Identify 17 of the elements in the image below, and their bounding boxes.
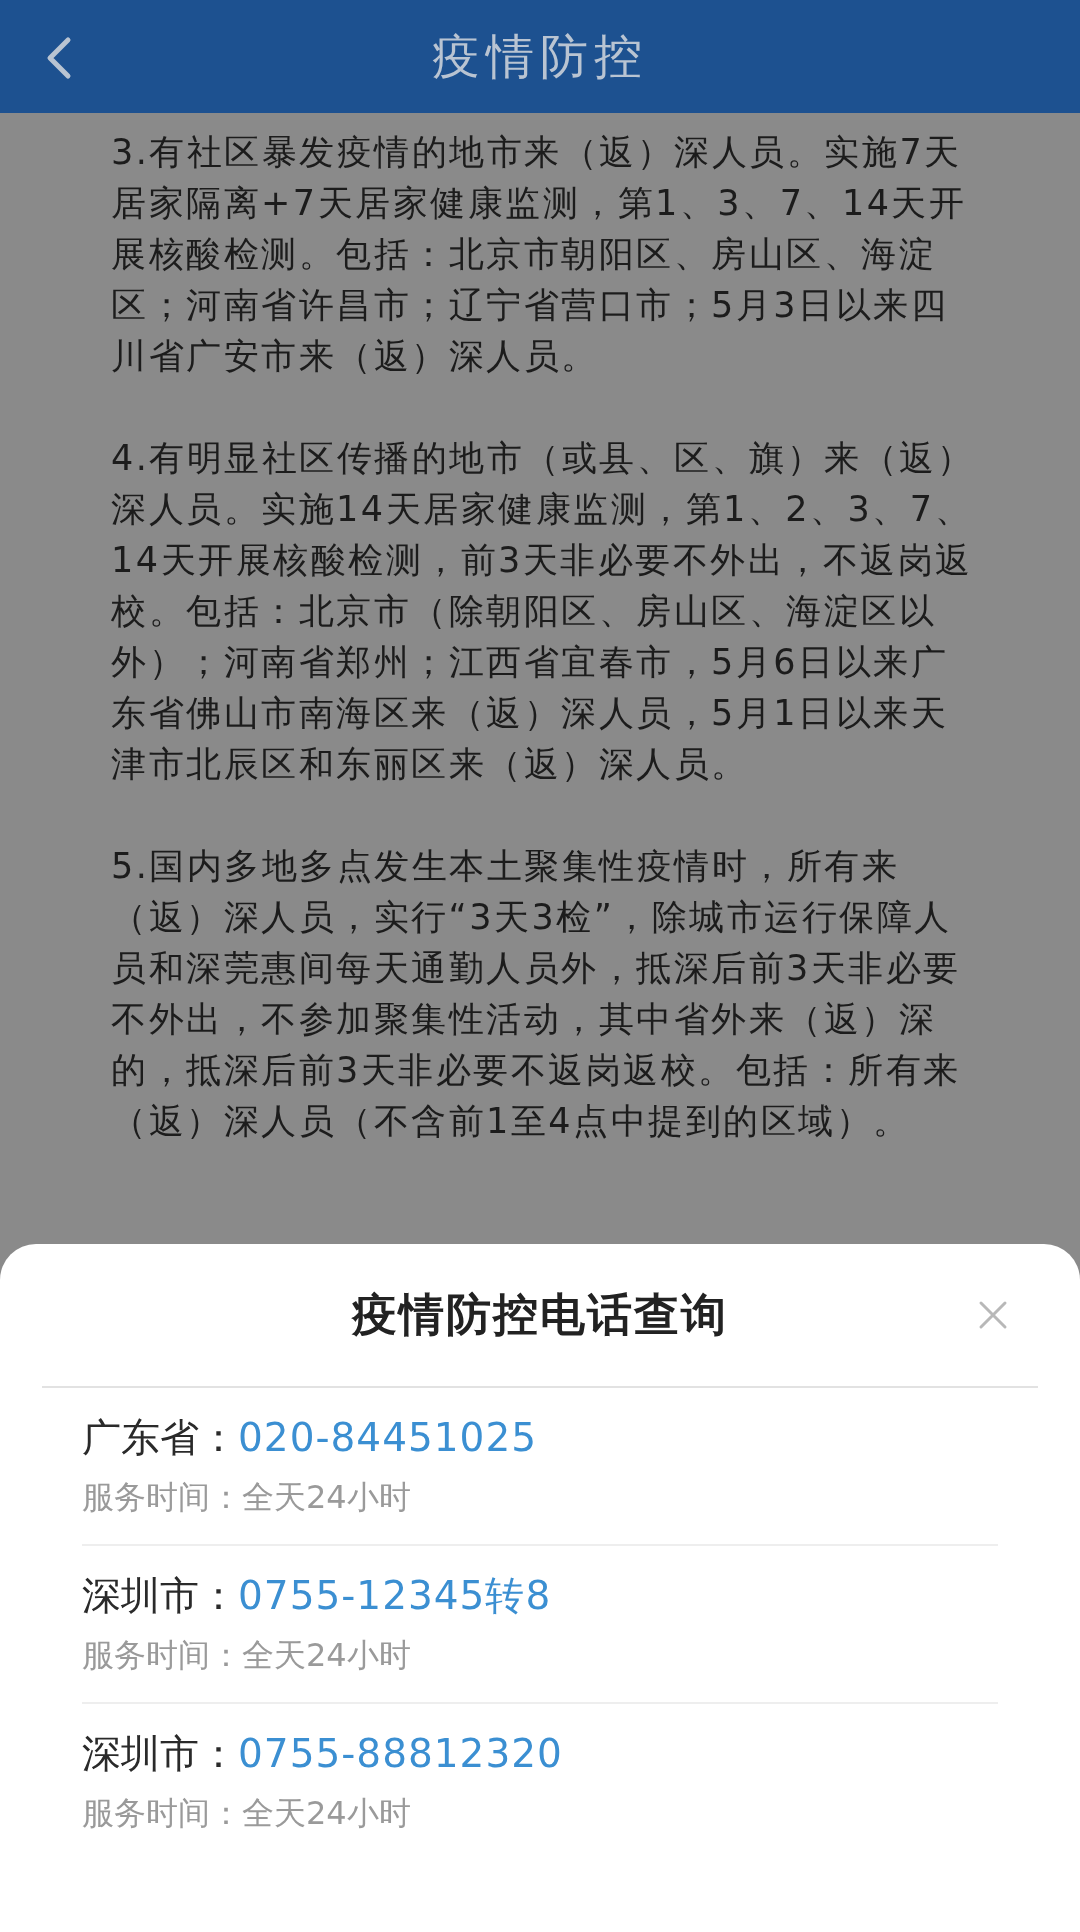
page-title: 疫情防控 — [432, 26, 648, 86]
region-label: 深圳市： — [82, 1572, 238, 1620]
sheet-title: 疫情防控电话查询 — [352, 1287, 728, 1343]
service-hours: 全天24小时 — [242, 1635, 411, 1676]
hours-label: 服务时间： — [82, 1635, 242, 1676]
hours-label: 服务时间： — [82, 1793, 242, 1834]
phone-link[interactable]: 0755-88812320 — [238, 1726, 563, 1782]
phone-link[interactable]: 020-84451025 — [238, 1410, 537, 1466]
region-label: 广东省： — [82, 1414, 238, 1462]
service-hours: 全天24小时 — [242, 1477, 411, 1518]
notice-paragraph: 3.有社区暴发疫情的地市来（返）深人员。实施7天居家隔离+7天居家健康监测，第1、3、7、14天开展核酸检测。包括：北京市朝阳区、房山区、海淀区；河南省许昌市；辽宁省营口市；5月3日以来四川省广安市来（返）深人员。 — [111, 131, 968, 378]
notice-paragraph: 5.国内多地多点发生本土聚集性疫情时，所有来（返）深人员，实行“3天3检”，除城市运行保障人员和深莞惠间每天通勤人员外，抵深后前3天非必要不外出，不参加聚集性活动，其中省外来（返）深的，抵深后前3天非必要不返岗返校。包括：所有来（返）深人员（不含前1至4点中提到的区域）。 — [111, 845, 962, 1143]
phone-link[interactable]: 0755-12345转8 — [238, 1568, 552, 1624]
notice-paragraph: 4.有明显社区传播的地市（或县、区、旗）来（返）深人员。实施14天居家健康监测，第1、2、3、7、14天开展核酸检测，前3天非必要不外出，不返岗返校。包括：北京市（除朝阳区、房山区、海淀区以外）；河南省郑州；江西省宜春市，5月6日以来广东省佛山市南海区来（返）深人员，5月1日以来天津市北辰区和东丽区来（返）深人员。 — [111, 437, 976, 786]
service-hours: 全天24小时 — [242, 1793, 411, 1834]
region-label: 深圳市： — [82, 1730, 238, 1778]
hours-label: 服务时间： — [82, 1477, 242, 1518]
